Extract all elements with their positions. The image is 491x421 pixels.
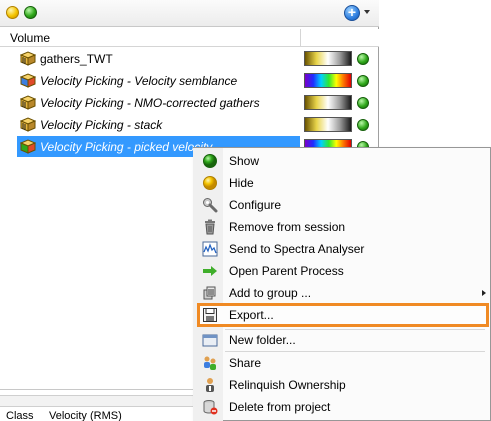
column-header: Volume xyxy=(0,29,379,47)
green-arrow-icon xyxy=(203,266,217,276)
plus-circle-icon[interactable]: + xyxy=(344,5,360,21)
volume-cube-icon xyxy=(20,139,36,154)
menu-item-label: Show xyxy=(229,154,260,168)
volume-cube-icon xyxy=(20,95,36,110)
menu-item-label: Configure xyxy=(229,198,282,212)
menu-item-label: Add to group ... xyxy=(229,286,312,300)
submenu-arrow-icon xyxy=(482,290,486,296)
menu-item-hide[interactable]: Hide xyxy=(196,172,488,194)
status-green-dot-icon[interactable] xyxy=(357,75,369,87)
volume-cube-icon xyxy=(20,73,36,88)
status-green-dot-icon[interactable] xyxy=(357,53,369,65)
menu-item-label: Open Parent Process xyxy=(229,264,344,278)
panel-toolbar: + xyxy=(0,0,379,27)
share-users-icon xyxy=(204,356,216,370)
volume-row-label: Velocity Picking - Velocity semblance xyxy=(40,74,238,88)
menu-item-configure[interactable]: Configure xyxy=(196,194,488,216)
group-icon xyxy=(203,286,216,300)
property-class-value: Velocity (RMS) xyxy=(49,410,122,421)
hide-all-yellow-dot-icon[interactable] xyxy=(6,6,19,19)
export-icon xyxy=(203,308,217,322)
volume-cube-icon xyxy=(20,117,36,132)
grayscale-colorbar xyxy=(304,117,352,132)
volume-row-label: Velocity Picking - NMO-corrected gathers xyxy=(40,96,260,110)
menu-item-add-to-group[interactable]: Add to group ... xyxy=(196,282,488,304)
volume-row[interactable]: Velocity Picking - stack xyxy=(0,114,379,136)
green-dot-icon xyxy=(203,154,217,168)
menu-item-label: Send to Spectra Analyser xyxy=(229,242,365,256)
menu-item-relinquish-ownership[interactable]: Relinquish Ownership xyxy=(196,374,488,396)
volume-row[interactable]: Velocity Picking - Velocity semblance xyxy=(0,70,379,92)
menu-item-export[interactable]: Export... xyxy=(196,304,488,326)
menu-item-label: Export... xyxy=(229,308,274,322)
yellow-dot-icon xyxy=(203,176,217,190)
grayscale-colorbar xyxy=(304,95,352,110)
rainbow-colorbar xyxy=(304,73,352,88)
delete-db-icon xyxy=(203,400,218,415)
volume-row-label: Velocity Picking - picked velocity xyxy=(40,140,213,154)
menu-item-share[interactable]: Share xyxy=(196,352,488,374)
volume-row[interactable]: gathers_TWT xyxy=(0,48,379,70)
wrench-icon xyxy=(203,198,218,213)
volume-cube-icon xyxy=(20,51,36,66)
property-class-label: Class xyxy=(6,410,34,421)
menu-item-label: Remove from session xyxy=(229,220,346,234)
menu-item-send-to-spectra-analyser[interactable]: Send to Spectra Analyser xyxy=(196,238,488,260)
status-green-dot-icon[interactable] xyxy=(357,97,369,109)
add-dropdown-caret-icon[interactable] xyxy=(364,10,370,14)
menu-item-label: Share xyxy=(229,356,262,370)
grayscale-colorbar xyxy=(304,51,352,66)
menu-item-label: Relinquish Ownership xyxy=(229,378,346,392)
trash-icon xyxy=(205,219,215,235)
show-all-green-dot-icon[interactable] xyxy=(24,6,37,19)
menu-item-show[interactable]: Show xyxy=(196,150,488,172)
volume-row-label: Velocity Picking - stack xyxy=(40,118,163,132)
spectrum-icon xyxy=(202,241,218,257)
menu-item-label: Hide xyxy=(229,176,254,190)
column-header-volume[interactable]: Volume xyxy=(0,29,301,47)
menu-item-remove-from-session[interactable]: Remove from session xyxy=(196,216,488,238)
relinquish-user-icon xyxy=(206,378,214,392)
menu-item-delete-from-project[interactable]: Delete from project xyxy=(196,396,488,418)
status-green-dot-icon[interactable] xyxy=(357,119,369,131)
volume-row[interactable]: Velocity Picking - NMO-corrected gathers xyxy=(0,92,379,114)
menu-item-label: Delete from project xyxy=(229,400,331,414)
folder-icon xyxy=(202,334,218,347)
menu-item-new-folder[interactable]: New folder... xyxy=(196,329,488,351)
menu-item-open-parent-process[interactable]: Open Parent Process xyxy=(196,260,488,282)
volume-row-label: gathers_TWT xyxy=(40,52,113,66)
menu-item-label: New folder... xyxy=(229,333,296,347)
